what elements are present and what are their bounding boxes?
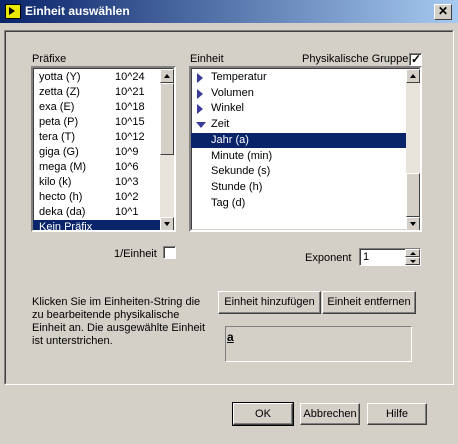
unit-label: Einheit [190, 53, 224, 65]
exponent-label: Exponent [305, 252, 352, 264]
unit-item-label: Volumen [211, 86, 254, 99]
unit-string-display[interactable]: a [225, 326, 412, 362]
exponent-value: 1 [363, 251, 370, 263]
prefix-name: giga (G) [39, 146, 79, 158]
physical-groups-label: Physikalische Gruppen [302, 53, 415, 65]
prefix-scroll-thumb[interactable] [160, 83, 174, 155]
prefix-scrollbar[interactable] [160, 69, 174, 230]
unit-item-label: Minute (min) [211, 149, 273, 162]
prefix-value: 10^1 [115, 206, 139, 218]
prefix-list-item[interactable]: yotta (Y) 10^24 [33, 70, 160, 85]
labview-app-icon [5, 4, 21, 19]
inverse-unit-checkbox[interactable] [163, 246, 176, 259]
prefix-value: 10^12 [115, 131, 145, 143]
prefix-list-item[interactable]: kilo (k) 10^3 [33, 175, 160, 190]
unit-item-label: Stunde (h) [211, 180, 263, 193]
unit-item-label: Jahr (a) [211, 133, 249, 146]
prefix-value: 10^9 [115, 146, 139, 158]
prefix-name: zetta (Z) [39, 86, 80, 98]
unit-scroll-up-button[interactable] [406, 69, 420, 83]
prefix-list-item[interactable]: peta (P) 10^15 [33, 115, 160, 130]
prefix-list-item[interactable]: mega (M) 10^6 [33, 160, 160, 175]
prefix-name: Kein Präfix [39, 221, 93, 232]
collapsed-triangle-icon[interactable] [197, 104, 203, 115]
unit-string-text: a [227, 330, 234, 344]
unit-list-item[interactable]: Sekunde (s) [191, 164, 406, 179]
unit-item-label: Winkel [211, 102, 245, 115]
unit-group-item[interactable]: Temperatur [191, 70, 406, 85]
prefix-list-item[interactable]: deka (da) 10^1 [33, 205, 160, 220]
unit-list-item[interactable]: Minute (min) [191, 149, 406, 164]
unit-item-label: Sekunde (s) [211, 165, 271, 178]
unit-scroll-down-button[interactable] [406, 217, 420, 230]
prefix-value: 10^2 [115, 191, 139, 203]
unit-scroll-thumb[interactable] [406, 173, 420, 217]
collapsed-triangle-icon[interactable] [197, 88, 203, 99]
prefix-value: 10^6 [115, 161, 139, 173]
prefix-scroll-down-button[interactable] [160, 217, 174, 230]
prefix-value: 10^21 [115, 86, 145, 98]
ok-button[interactable]: OK [232, 402, 294, 426]
cancel-button[interactable]: Abbrechen [300, 403, 360, 425]
unit-item-label: Zeit [211, 118, 230, 131]
unit-scrollbar[interactable] [406, 69, 420, 230]
remove-unit-button[interactable]: Einheit entfernen [322, 291, 416, 314]
help-button[interactable]: Hilfe [367, 403, 427, 425]
collapsed-triangle-icon[interactable] [197, 73, 203, 83]
prefix-name: tera (T) [39, 131, 76, 143]
exponent-increment-button[interactable] [405, 249, 420, 257]
unit-list-item[interactable]: Jahr (a) [191, 132, 406, 148]
prefixes-label: Präfixe [32, 53, 67, 65]
expanded-triangle-icon[interactable] [196, 122, 206, 129]
unit-list-item[interactable]: Stunde (h) [191, 180, 406, 195]
unit-listbox[interactable]: Temperatur Volumen Winkel Zeit Jahr (a) Minut… [189, 66, 422, 232]
unit-group-item[interactable]: Zeit [191, 117, 406, 132]
prefix-value: 10^18 [115, 101, 145, 113]
prefix-name: peta (P) [39, 116, 79, 128]
prefix-list-item[interactable]: tera (T) 10^12 [33, 130, 160, 145]
inverse-unit-label: 1/Einheit [114, 248, 157, 260]
prefix-list-item[interactable]: zetta (Z) 10^21 [33, 85, 160, 100]
prefix-value: 10^24 [115, 71, 145, 83]
prefix-list-item[interactable]: exa (E) 10^18 [33, 100, 160, 115]
prefix-name: kilo (k) [39, 176, 72, 188]
unit-group-item[interactable]: Winkel [191, 101, 406, 116]
prefix-name: hecto (h) [39, 191, 83, 203]
instructions-text: Klicken Sie im Einheiten-String die zu b… [32, 296, 206, 347]
prefix-list-item[interactable]: Kein Präfix [33, 220, 160, 232]
prefix-value: 10^3 [115, 176, 139, 188]
close-button[interactable]: ✕ [434, 4, 452, 20]
exponent-input[interactable]: 1 [359, 248, 421, 266]
prefix-name: deka (da) [39, 206, 86, 218]
unit-item-label: Temperatur [211, 71, 267, 83]
physical-groups-checkbox[interactable] [409, 52, 422, 66]
unit-group-item[interactable]: Volumen [191, 86, 406, 101]
prefix-name: exa (E) [39, 101, 75, 113]
prefix-value: 10^15 [115, 116, 145, 128]
unit-item-label: Tag (d) [211, 196, 246, 209]
prefix-name: mega (M) [39, 161, 87, 173]
prefix-scroll-up-button[interactable] [160, 69, 174, 83]
add-unit-button[interactable]: Einheit hinzufügen [218, 291, 321, 314]
prefix-list-item[interactable]: hecto (h) 10^2 [33, 190, 160, 205]
prefix-listbox[interactable]: yotta (Y) 10^24 zetta (Z) 10^21 exa (E) 10^18… [31, 66, 176, 232]
window-title: Einheit auswählen [25, 4, 130, 18]
unit-list-item[interactable]: Tag (d) [191, 196, 406, 211]
prefix-list-item[interactable]: giga (G) 10^9 [33, 145, 160, 160]
prefix-name: yotta (Y) [39, 71, 81, 83]
exponent-decrement-button[interactable] [405, 257, 420, 265]
